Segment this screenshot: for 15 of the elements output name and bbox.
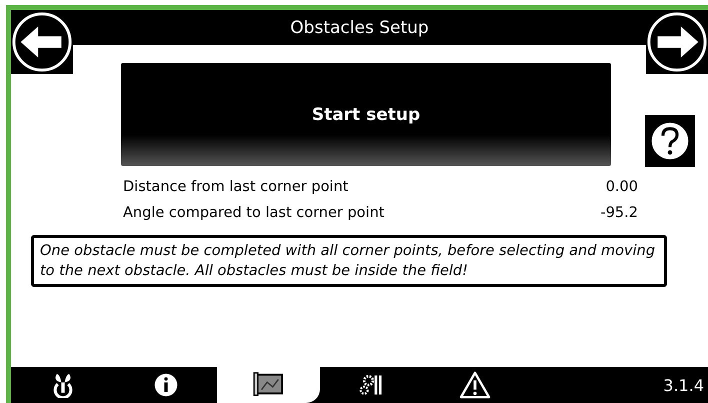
forward-button[interactable] <box>646 10 708 74</box>
reading-value: 0.00 <box>604 179 638 195</box>
warning-icon <box>458 371 492 399</box>
help-button[interactable] <box>645 115 695 167</box>
tab[interactable] <box>217 367 320 403</box>
start-setup-button[interactable]: Start setup <box>121 63 611 166</box>
reading-value: -95.2 <box>599 205 638 221</box>
map-icon <box>252 371 286 399</box>
notice-text: One obstacle must be completed with all corner points, before selecting and moving to the next obstacle. All obstacles must be inside the field! <box>31 235 667 287</box>
info-icon <box>152 372 178 398</box>
back-button[interactable] <box>11 10 73 74</box>
version-label: 3.1.4 <box>663 376 705 394</box>
reading-label: Angle compared to last corner point <box>123 205 384 221</box>
reading-label: Distance from last corner point <box>123 179 348 195</box>
window-title: Obstacles Setup <box>290 18 429 38</box>
